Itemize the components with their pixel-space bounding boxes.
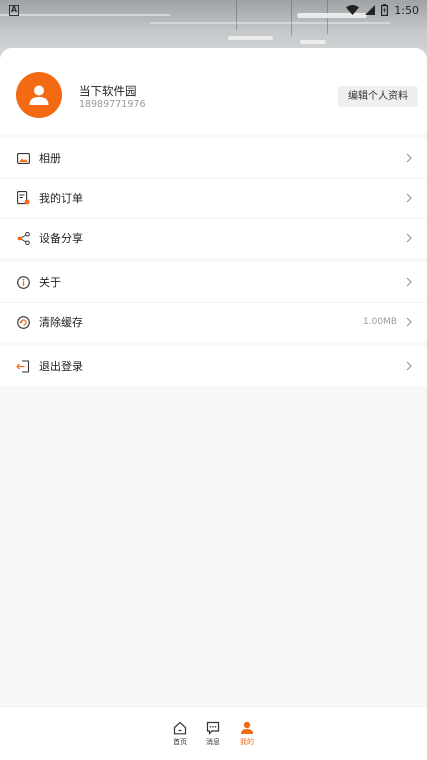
menu-item-device-share[interactable]: 设备分享: [0, 218, 427, 258]
menu-group-1: 相册 我的订单 设备分享: [0, 138, 427, 258]
edit-profile-button[interactable]: 编辑个人资料: [338, 86, 418, 107]
menu-item-label: 相册: [39, 152, 61, 165]
chevron-right-icon: [406, 317, 412, 327]
menu-item-label: 我的订单: [39, 192, 83, 205]
chevron-right-icon: [406, 361, 412, 371]
album-icon: [16, 151, 30, 165]
user-icon: [29, 85, 49, 105]
chevron-right-icon: [406, 233, 412, 243]
menu-group-2: 关于 清除缓存 1.00MB: [0, 262, 427, 342]
status-time: 1:50: [394, 3, 419, 17]
tab-label: 我的: [240, 738, 254, 746]
menu-item-label: 设备分享: [39, 232, 83, 245]
tab-messages[interactable]: 消息: [198, 721, 228, 747]
message-icon: [206, 721, 220, 735]
tab-label: 首页: [173, 738, 187, 746]
info-icon: [16, 275, 30, 289]
bottom-tab-bar: 首页 消息 我的: [0, 706, 427, 760]
battery-icon: [381, 4, 389, 16]
menu-item-clear-cache[interactable]: 清除缓存 1.00MB: [0, 302, 427, 342]
logout-icon: [16, 359, 30, 373]
menu-item-label: 关于: [39, 276, 61, 289]
order-icon: [16, 191, 30, 205]
cache-size-value: 1.00MB: [363, 317, 397, 327]
menu-item-label: 清除缓存: [39, 316, 83, 329]
tab-label: 消息: [206, 738, 220, 746]
menu-item-orders[interactable]: 我的订单: [0, 178, 427, 218]
menu-item-album[interactable]: 相册: [0, 138, 427, 178]
profile-icon: [241, 721, 253, 734]
chevron-right-icon: [406, 153, 412, 163]
tab-profile[interactable]: 我的: [232, 721, 262, 747]
avatar[interactable]: [16, 72, 62, 118]
status-bar: A 1:50: [0, 0, 427, 20]
chevron-right-icon: [406, 193, 412, 203]
menu-group-3: 退出登录: [0, 346, 427, 386]
share-icon: [16, 231, 30, 245]
clear-cache-icon: [16, 315, 30, 329]
chevron-right-icon: [406, 277, 412, 287]
home-icon: [173, 721, 187, 735]
menu-item-label: 退出登录: [39, 360, 83, 373]
notification-app-icon: A: [9, 4, 19, 16]
signal-icon: [365, 5, 376, 15]
status-right-group: 1:50: [346, 4, 419, 17]
profile-card: 当下软件园 18989771976 编辑个人资料: [0, 48, 427, 134]
profile-phone: 18989771976: [79, 99, 146, 110]
profile-sheet: 当下软件园 18989771976 编辑个人资料 相册 我的订单 设备分享 关于…: [0, 48, 427, 706]
profile-name: 当下软件园: [79, 84, 137, 98]
wifi-icon: [346, 5, 360, 15]
menu-item-logout[interactable]: 退出登录: [0, 346, 427, 386]
tab-home[interactable]: 首页: [165, 721, 195, 747]
menu-item-about[interactable]: 关于: [0, 262, 427, 302]
